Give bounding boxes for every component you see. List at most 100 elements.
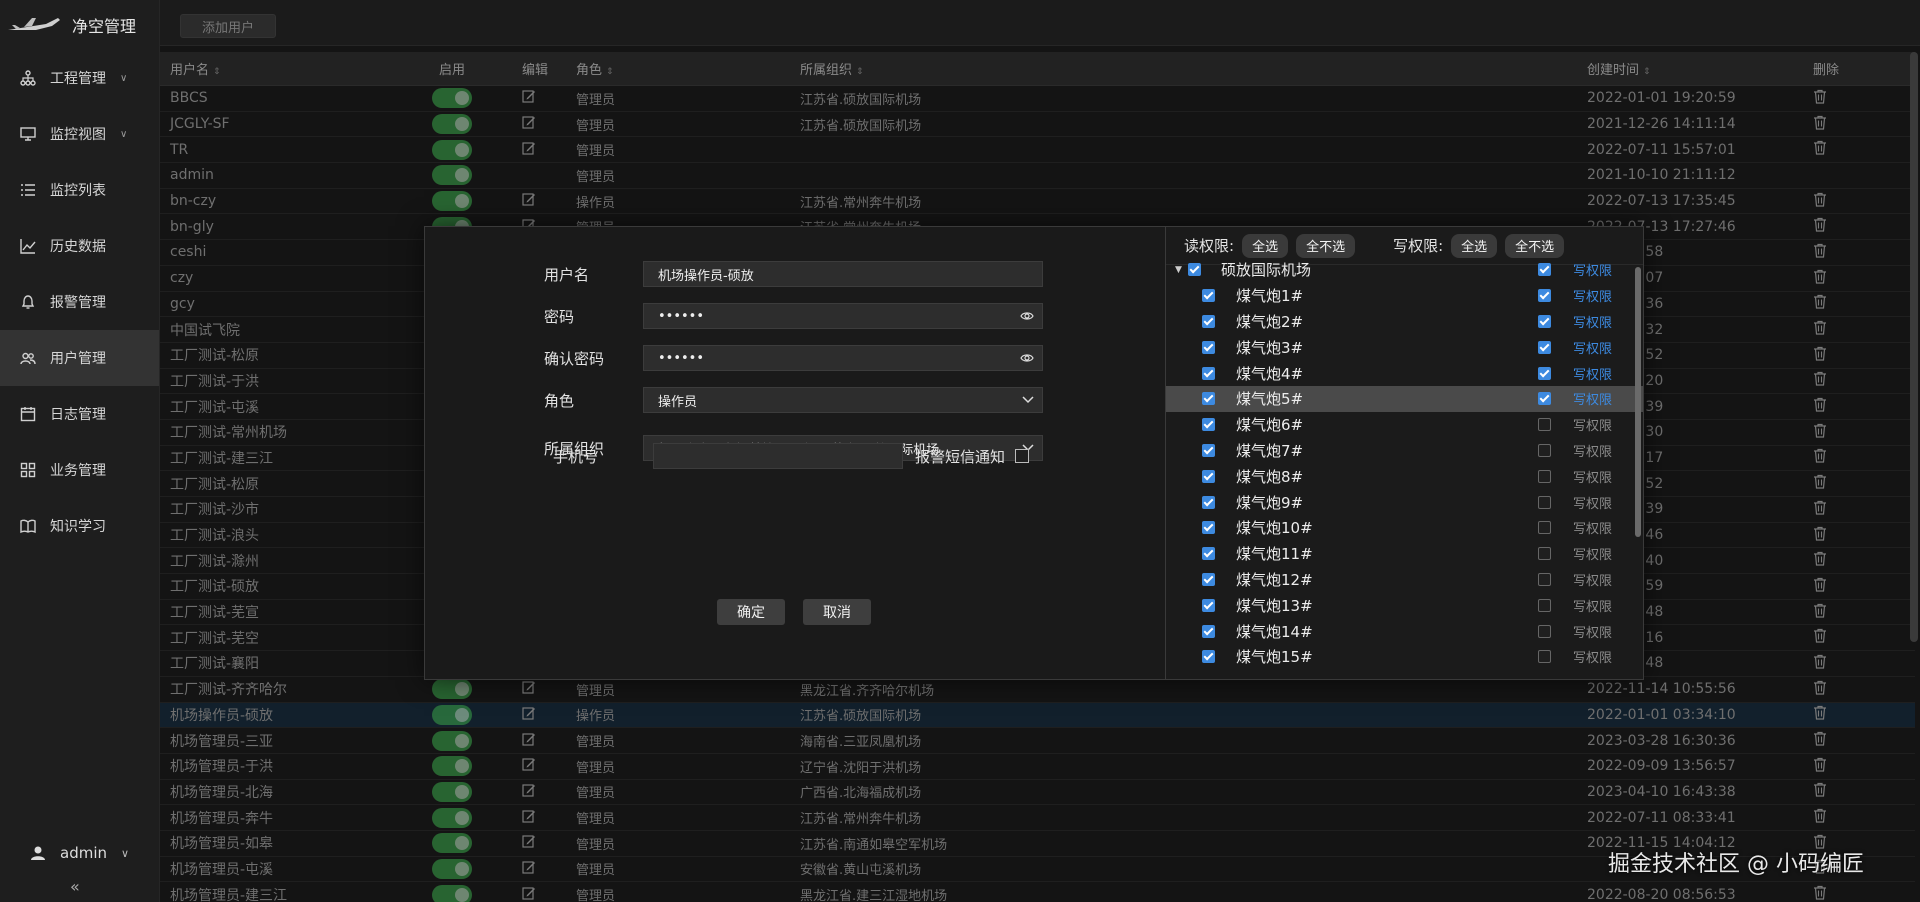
role-select[interactable]: 操作员	[643, 387, 1043, 413]
read-select-all-button[interactable]: 全选	[1242, 233, 1289, 258]
permission-item[interactable]: 煤气炮1# 写权限	[1166, 283, 1643, 309]
read-select-none-button[interactable]: 全不选	[1296, 233, 1356, 258]
sidebar-item-6[interactable]: 日志管理	[0, 386, 159, 442]
write-permission-link[interactable]: 写权限	[1573, 493, 1612, 512]
trash-icon[interactable]	[1813, 423, 1827, 442]
write-checkbox[interactable]	[1538, 572, 1551, 586]
sidebar-item-8[interactable]: 知识学习	[0, 498, 159, 554]
enable-toggle[interactable]	[432, 679, 472, 700]
edit-icon[interactable]	[522, 887, 536, 902]
write-checkbox[interactable]	[1538, 598, 1551, 612]
write-permission-link[interactable]: 写权限	[1573, 622, 1612, 641]
sidebar-item-1[interactable]: 监控视图 ∨	[0, 106, 159, 162]
sidebar-item-5[interactable]: 用户管理	[0, 330, 159, 386]
sidebar-item-4[interactable]: 报警管理	[0, 274, 159, 330]
write-permission-link[interactable]: 写权限	[1573, 570, 1612, 589]
permission-item[interactable]: 煤气炮12# 写权限	[1166, 567, 1643, 593]
write-checkbox[interactable]	[1538, 418, 1551, 432]
read-checkbox[interactable]	[1202, 547, 1215, 561]
write-permission-link[interactable]: 写权限	[1573, 389, 1612, 408]
trash-icon[interactable]	[1813, 577, 1827, 596]
trash-icon[interactable]	[1813, 397, 1827, 416]
read-checkbox[interactable]	[1202, 418, 1215, 432]
table-row[interactable]: 机场管理员-于洪 管理员 辽宁省.沈阳于洪机场 2022-09-09 13:56…	[160, 754, 1915, 780]
write-checkbox[interactable]	[1538, 340, 1551, 354]
permissions-scrollbar[interactable]	[1635, 267, 1641, 537]
enable-toggle[interactable]	[432, 756, 472, 777]
header-created[interactable]: 创建时间 ⇕	[1587, 59, 1813, 78]
edit-icon[interactable]	[522, 142, 536, 159]
trash-icon[interactable]	[1813, 526, 1827, 545]
write-permission-link[interactable]: 写权限	[1573, 441, 1612, 460]
write-permission-link[interactable]: 写权限	[1573, 312, 1612, 331]
eye-icon[interactable]	[1020, 310, 1034, 322]
user-menu[interactable]: admin ∨	[0, 838, 160, 868]
table-row[interactable]: 机场管理员-建三江 管理员 黑龙江省.建三江湿地机场 2022-08-20 08…	[160, 882, 1915, 902]
edit-icon[interactable]	[522, 90, 536, 107]
write-checkbox[interactable]	[1538, 314, 1551, 328]
table-row[interactable]: BBCS 管理员 江苏省.硕放国际机场 2022-01-01 19:20:59	[160, 86, 1915, 112]
write-permission-link[interactable]: 写权限	[1573, 286, 1612, 305]
trash-icon[interactable]	[1813, 372, 1827, 390]
enable-toggle[interactable]	[432, 730, 472, 751]
edit-icon[interactable]	[522, 835, 536, 852]
read-checkbox[interactable]	[1202, 392, 1215, 406]
ok-button[interactable]: 确定	[717, 599, 785, 625]
read-checkbox[interactable]	[1202, 340, 1215, 354]
write-checkbox[interactable]	[1538, 469, 1551, 483]
trash-icon[interactable]	[1813, 654, 1827, 673]
enable-toggle[interactable]	[432, 884, 472, 902]
read-checkbox[interactable]	[1202, 650, 1215, 664]
edit-icon[interactable]	[522, 758, 536, 775]
enable-toggle[interactable]	[432, 165, 472, 186]
permission-item[interactable]: 煤气炮7# 写权限	[1166, 438, 1643, 464]
enable-toggle[interactable]	[432, 858, 472, 879]
write-checkbox[interactable]	[1538, 392, 1551, 406]
read-checkbox[interactable]	[1202, 469, 1215, 483]
read-checkbox[interactable]	[1202, 521, 1215, 535]
table-row[interactable]: 机场操作员-硕放 操作员 江苏省.硕放国际机场 2022-01-01 03:34…	[160, 702, 1915, 729]
write-checkbox[interactable]	[1538, 263, 1551, 277]
table-row[interactable]: 机场管理员-北海 管理员 广西省.北海福成机场 2023-04-10 16:43…	[160, 780, 1915, 806]
write-checkbox[interactable]	[1538, 443, 1551, 457]
table-row[interactable]: admin 管理员 2021-10-10 21:11:12	[160, 163, 1915, 189]
permission-item[interactable]: 煤气炮8# 写权限	[1166, 463, 1643, 489]
edit-icon[interactable]	[522, 861, 536, 878]
enable-toggle[interactable]	[432, 191, 472, 212]
table-row[interactable]: JCGLY-SF 管理员 江苏省.硕放国际机场 2021-12-26 14:11…	[160, 112, 1915, 138]
trash-icon[interactable]	[1813, 449, 1827, 467]
enable-toggle[interactable]	[432, 807, 472, 828]
username-field[interactable]: 机场操作员-硕放	[643, 261, 1043, 287]
trash-icon[interactable]	[1813, 552, 1827, 570]
permission-item[interactable]: 煤气炮15# 写权限	[1166, 644, 1643, 670]
write-permission-link[interactable]: 写权限	[1573, 518, 1612, 537]
permission-item[interactable]: 煤气炮3# 写权限	[1166, 334, 1643, 360]
trash-icon[interactable]	[1813, 629, 1827, 647]
trash-icon[interactable]	[1813, 320, 1827, 339]
permission-item[interactable]: 煤气炮6# 写权限	[1166, 412, 1643, 438]
trash-icon[interactable]	[1813, 295, 1827, 313]
permission-item[interactable]: 煤气炮14# 写权限	[1166, 618, 1643, 644]
trash-icon[interactable]	[1813, 243, 1827, 262]
sidebar-item-2[interactable]: 监控列表	[0, 162, 159, 218]
trash-icon[interactable]	[1813, 218, 1827, 236]
write-checkbox[interactable]	[1538, 366, 1551, 380]
permission-item[interactable]: 煤气炮4# 写权限	[1166, 360, 1643, 386]
permission-item[interactable]: 煤气炮5# 写权限	[1166, 386, 1643, 412]
enable-toggle[interactable]	[432, 781, 472, 802]
read-checkbox[interactable]	[1202, 495, 1215, 509]
write-checkbox[interactable]	[1538, 289, 1551, 303]
table-row[interactable]: 机场管理员-奔牛 管理员 江苏省.常州奔牛机场 2022-07-11 08:33…	[160, 805, 1915, 831]
enable-toggle[interactable]	[432, 833, 472, 854]
write-permission-link[interactable]: 写权限	[1573, 415, 1612, 434]
trash-icon[interactable]	[1813, 269, 1827, 288]
permission-item[interactable]: 煤气炮9# 写权限	[1166, 489, 1643, 515]
table-scrollbar[interactable]	[1910, 52, 1918, 642]
trash-icon[interactable]	[1813, 731, 1827, 750]
write-permission-link[interactable]: 写权限	[1573, 364, 1612, 383]
phone-input[interactable]	[653, 443, 903, 469]
permission-item[interactable]: 煤气炮10# 写权限	[1166, 515, 1643, 541]
read-checkbox[interactable]	[1202, 314, 1215, 328]
trash-icon[interactable]	[1813, 808, 1827, 827]
password-field[interactable]: ••••••	[643, 303, 1043, 329]
